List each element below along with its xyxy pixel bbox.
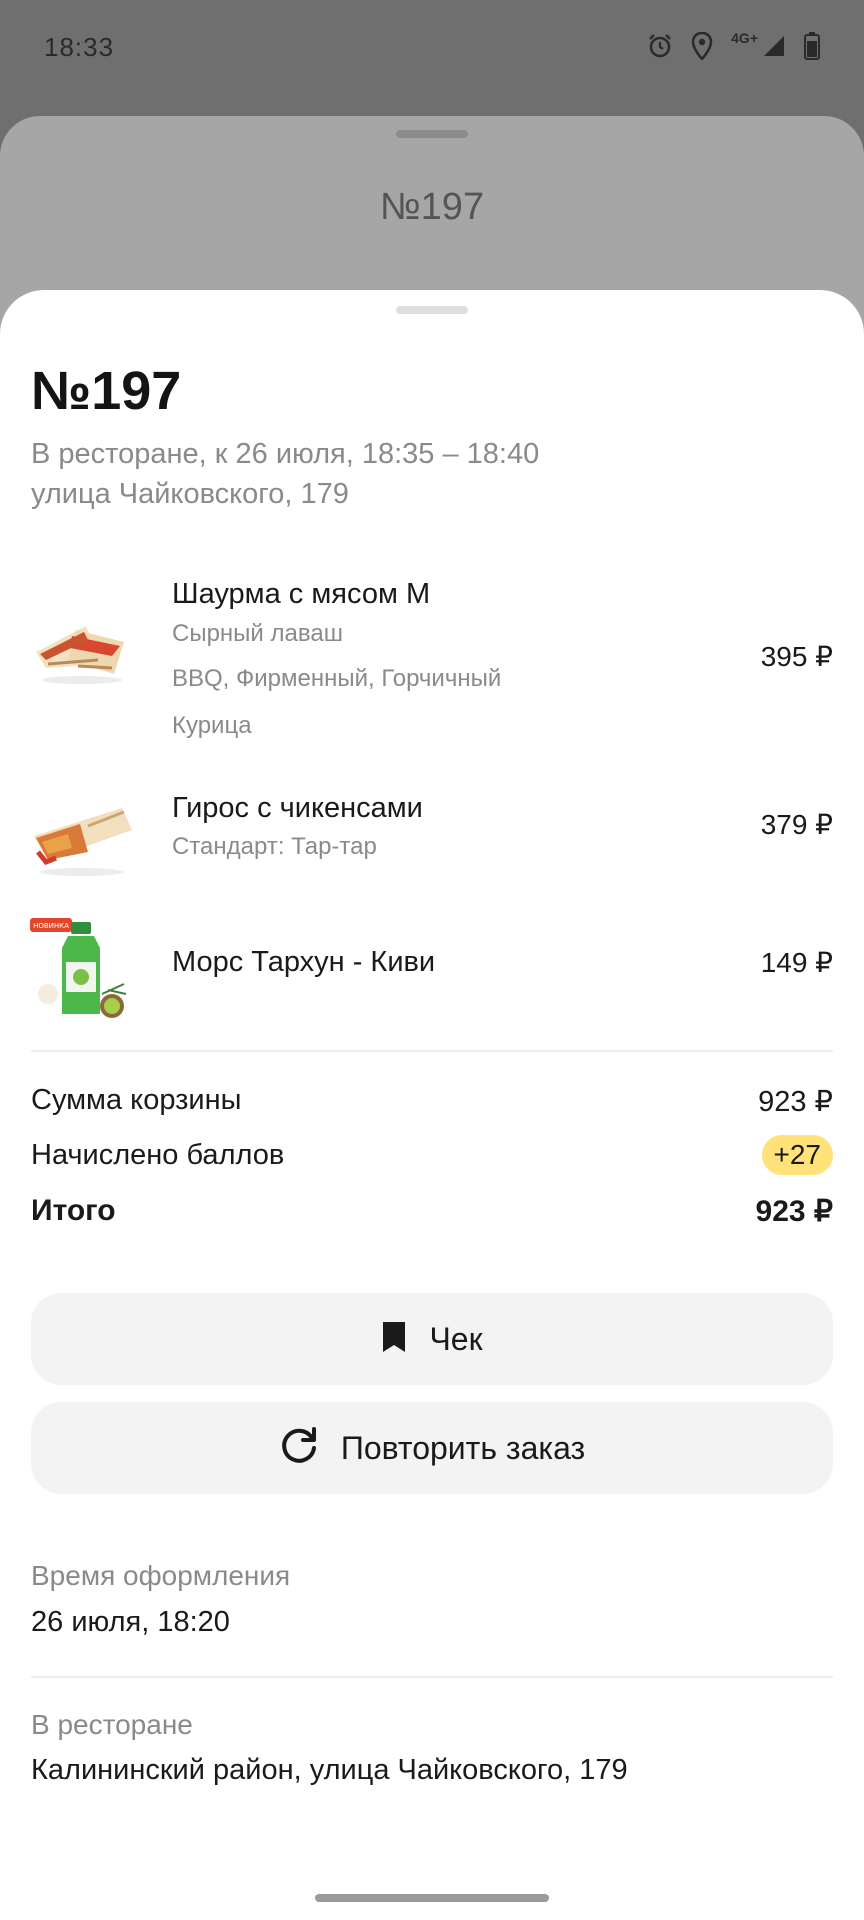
item-name: Шаурма с мясом М xyxy=(172,578,431,610)
status-bar: 18:33 4G+ xyxy=(0,0,864,96)
info-divider xyxy=(31,1676,833,1678)
cart-sum-label: Сумма корзины xyxy=(31,1084,242,1116)
repeat-order-button[interactable]: Повторить заказ xyxy=(31,1402,833,1494)
order-number-title: №197 xyxy=(31,361,182,421)
item-name: Гирос с чикенсами xyxy=(172,792,423,824)
item-price: 395 ₽ xyxy=(760,641,833,672)
item-price: 149 ₽ xyxy=(760,947,833,978)
item-modifier: Сырный лаваш xyxy=(172,620,343,647)
sheet-drag-handle[interactable] xyxy=(396,306,468,314)
refresh-icon xyxy=(279,1426,319,1471)
repeat-order-button-label: Повторить заказ xyxy=(340,1429,586,1466)
cart-sum-value: 923 ₽ xyxy=(758,1086,833,1118)
shawarma-image xyxy=(28,590,138,700)
order-details-sheet: №197 В ресторане, к 26 июля, 18:35 – 18:… xyxy=(0,290,864,1920)
points-label: Начислено баллов xyxy=(31,1139,285,1171)
item-modifier: BBQ, Фирменный, Горчичный xyxy=(172,665,502,692)
battery-icon xyxy=(804,32,820,60)
receipt-button-label: Чек xyxy=(429,1320,483,1357)
pickup-place-value: Калининский район, улица Чайковского, 17… xyxy=(31,1754,628,1786)
home-indicator[interactable] xyxy=(315,1894,549,1902)
item-modifier: Курица xyxy=(172,712,252,739)
svg-text:НОВИНКА: НОВИНКА xyxy=(33,922,69,930)
drink-image: НОВИНКА xyxy=(28,914,138,1024)
alarm-icon xyxy=(647,33,673,59)
points-badge: +27 xyxy=(761,1135,833,1175)
total-value: 923 ₽ xyxy=(755,1195,833,1228)
signal-icon xyxy=(762,34,786,58)
background-sheet-title: №197 xyxy=(379,186,485,228)
status-time: 18:33 xyxy=(44,32,115,62)
item-name: Морс Тархун - Киви xyxy=(172,946,436,978)
order-created-value: 26 июля, 18:20 xyxy=(31,1606,230,1638)
order-created-label: Время оформления xyxy=(31,1560,291,1591)
background-sheet-handle xyxy=(396,130,468,138)
total-label: Итого xyxy=(31,1194,116,1227)
pickup-place-label: В ресторане xyxy=(31,1709,193,1740)
pickup-address: улица Чайковского, 179 xyxy=(31,478,349,510)
gyros-image xyxy=(28,778,138,888)
receipt-icon xyxy=(381,1321,407,1358)
items-divider xyxy=(31,1050,833,1052)
network-type-label: 4G+ xyxy=(731,30,758,46)
item-modifier: Стандарт: Тар-тар xyxy=(172,833,377,860)
receipt-button[interactable]: Чек xyxy=(31,1293,833,1385)
pickup-time: В ресторане, к 26 июля, 18:35 – 18:40 xyxy=(31,438,540,470)
item-price: 379 ₽ xyxy=(760,809,833,840)
location-icon xyxy=(691,32,713,60)
status-icons: 4G+ xyxy=(647,28,820,64)
